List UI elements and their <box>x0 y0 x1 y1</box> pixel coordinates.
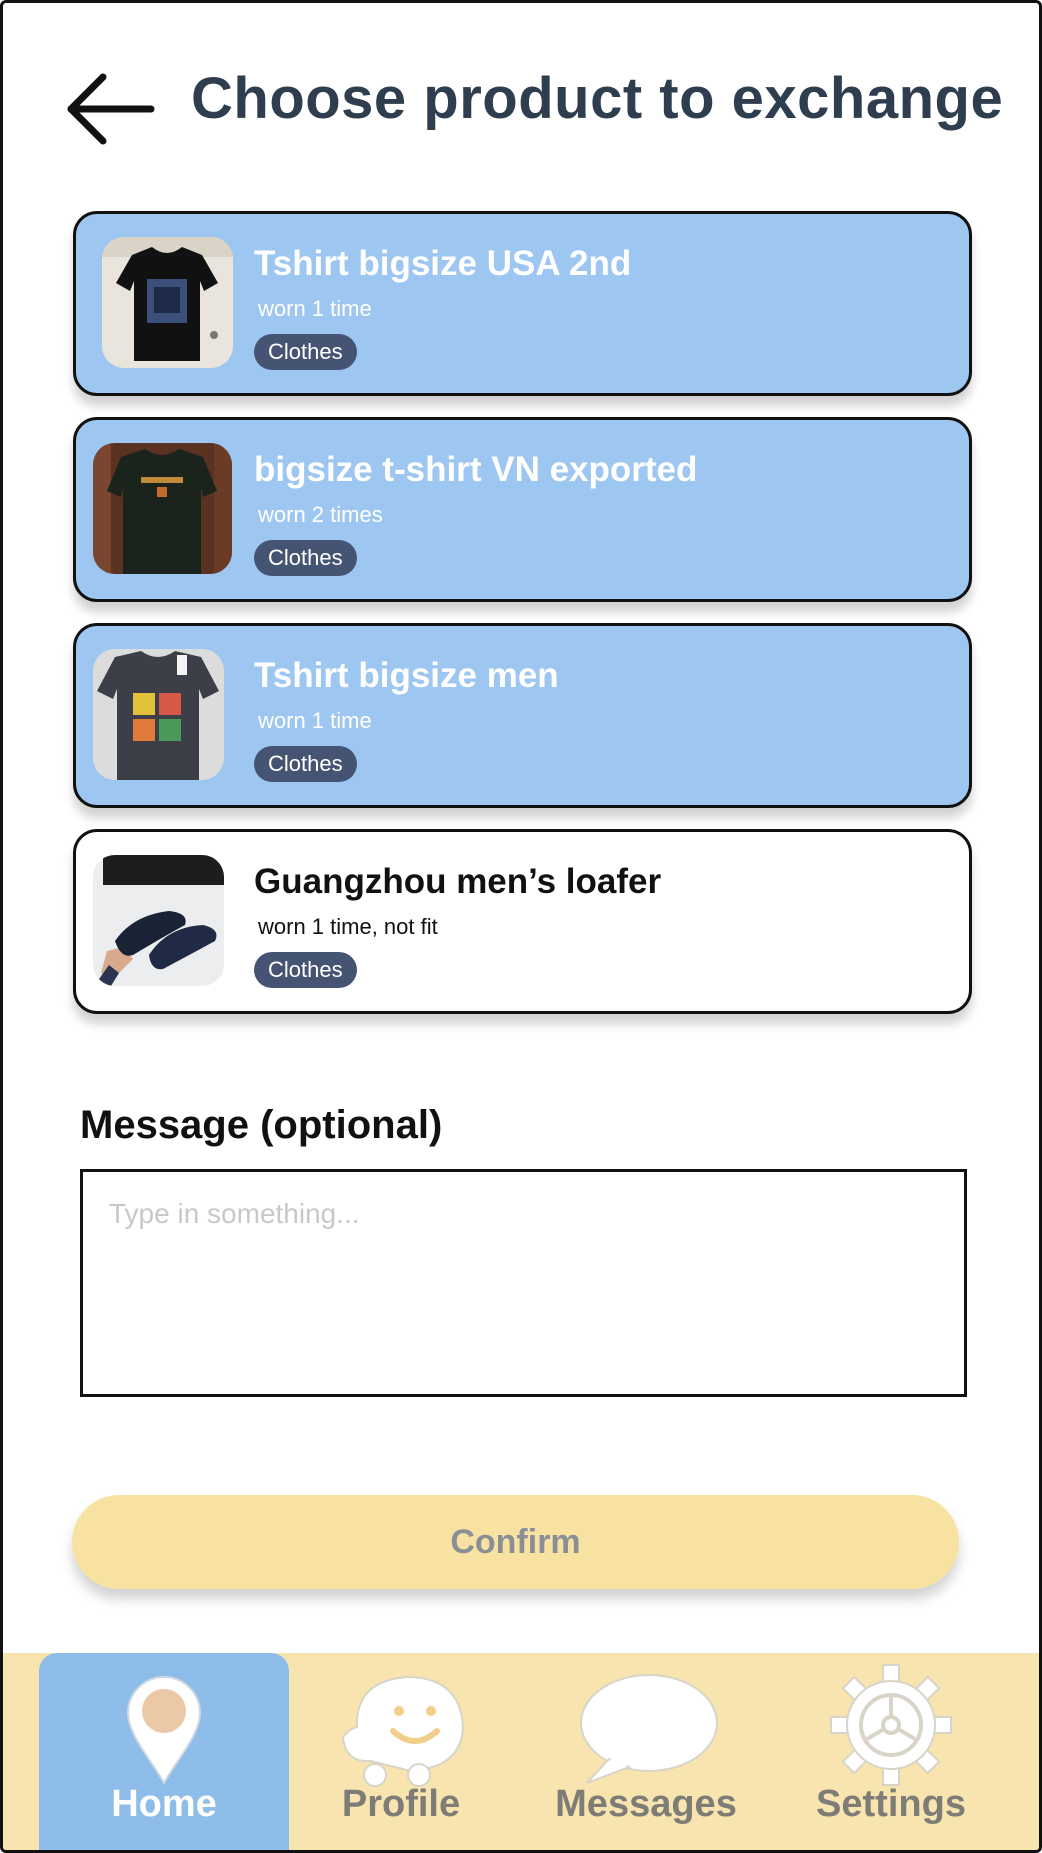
product-condition: worn 1 time <box>258 296 372 321</box>
nav-item-messages[interactable]: Messages <box>548 1653 744 1850</box>
header: Choose product to exchange <box>3 43 1039 173</box>
nav-item-home[interactable]: Home <box>39 1653 289 1850</box>
product-condition: worn 1 time <box>258 708 372 733</box>
product-condition: worn 2 times <box>258 502 383 527</box>
product-thumbnail <box>93 443 232 574</box>
product-card[interactable]: Tshirt bigsize men worn 1 time Clothes <box>73 623 972 808</box>
product-name: Tshirt bigsize men <box>254 656 559 695</box>
product-thumbnail <box>93 649 224 780</box>
page-title: Choose product to exchange <box>191 66 1004 131</box>
product-card[interactable]: bigsize t-shirt VN exported worn 2 times… <box>73 417 972 602</box>
product-thumbnail <box>102 237 233 368</box>
back-button[interactable] <box>65 71 155 147</box>
message-input[interactable] <box>80 1169 967 1397</box>
product-card[interactable]: Guangzhou men’s loafer worn 1 time, not … <box>73 829 972 1014</box>
bottom-nav: Home Profile Messages Settings <box>3 1653 1039 1850</box>
product-card[interactable]: Tshirt bigsize USA 2nd worn 1 time Cloth… <box>73 211 972 396</box>
nav-item-settings[interactable]: Settings <box>793 1653 989 1850</box>
speech-bubble-icon <box>580 1674 718 1784</box>
product-name: Tshirt bigsize USA 2nd <box>254 244 632 283</box>
category-tag: Clothes <box>254 952 357 988</box>
nav-label-settings: Settings <box>816 1783 966 1825</box>
nav-label-messages: Messages <box>555 1783 737 1825</box>
category-tag: Clothes <box>254 334 357 370</box>
category-tag: Clothes <box>254 746 357 782</box>
nav-label-home: Home <box>111 1783 217 1825</box>
product-thumbnail <box>93 855 224 986</box>
gear-icon <box>830 1664 952 1786</box>
message-label: Message (optional) <box>80 1103 443 1147</box>
product-list: Tshirt bigsize USA 2nd worn 1 time Cloth… <box>73 211 972 1035</box>
map-pin-icon <box>126 1676 202 1786</box>
product-name: Guangzhou men’s loafer <box>254 862 662 901</box>
app-screen: Choose product to exchange Tshirt bigsiz… <box>0 0 1042 1853</box>
product-name: bigsize t-shirt VN exported <box>254 450 698 489</box>
confirm-button[interactable]: Confirm <box>72 1495 959 1589</box>
arrow-left-icon <box>67 73 155 145</box>
category-tag: Clothes <box>254 540 357 576</box>
smiley-icon <box>341 1675 465 1787</box>
nav-label-profile: Profile <box>341 1783 461 1825</box>
product-condition: worn 1 time, not fit <box>258 914 438 939</box>
nav-item-profile[interactable]: Profile <box>303 1653 499 1850</box>
